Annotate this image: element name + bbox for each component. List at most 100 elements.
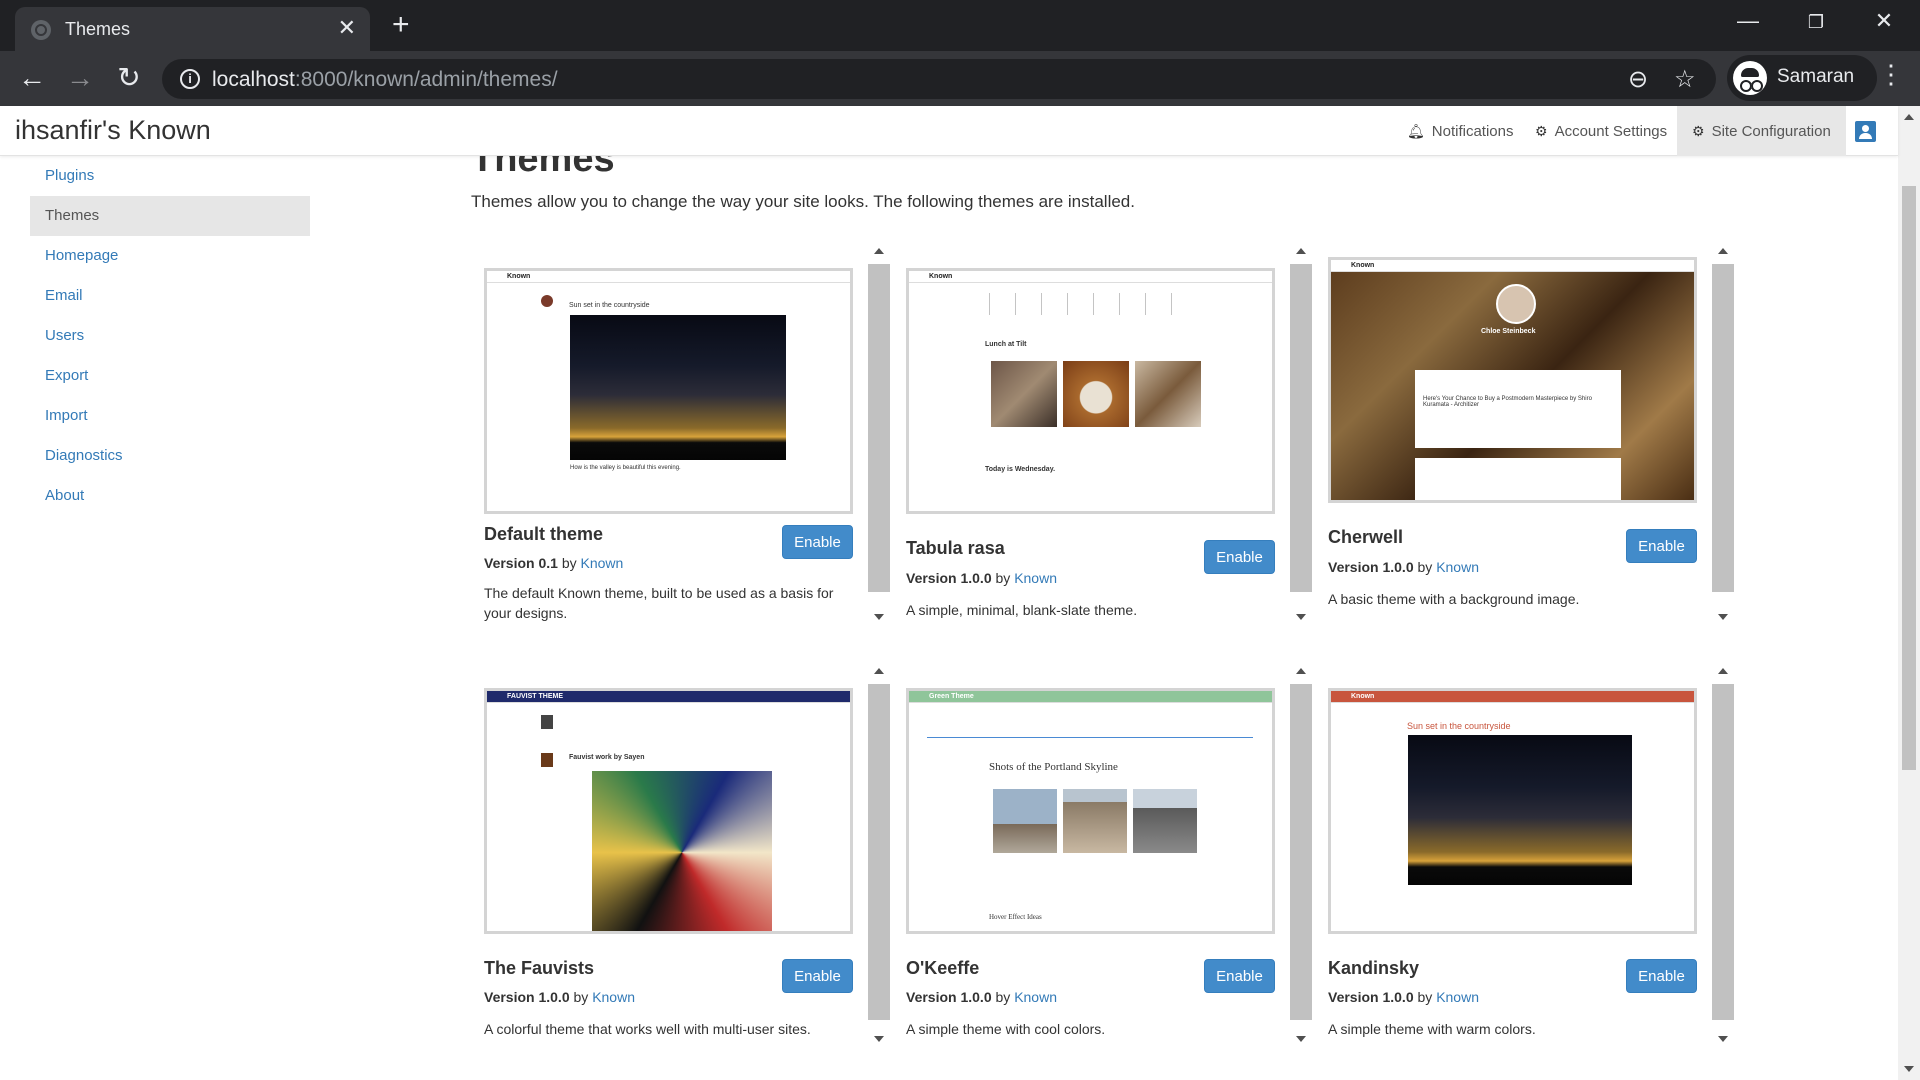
scrollbar-thumb[interactable] (1290, 684, 1312, 1020)
preview-header: FAUVIST THEME (487, 691, 850, 703)
sidebar-item-import[interactable]: Import (30, 396, 310, 436)
zoom-out-icon[interactable]: ⊖ (1628, 65, 1648, 94)
scroll-down-icon[interactable] (1904, 1066, 1914, 1072)
author-link[interactable]: Known (1014, 989, 1057, 1005)
preview-post-title-2: Today is Wednesday. (985, 466, 1056, 473)
scroll-up-icon[interactable] (1296, 668, 1306, 674)
author-link[interactable]: Known (592, 989, 635, 1005)
incognito-avatar-icon (1733, 61, 1767, 95)
scroll-down-icon[interactable] (1296, 614, 1306, 620)
theme-preview: FAUVIST THEME Fauvist work by Sayen (484, 688, 853, 934)
card-scrollbar[interactable] (1712, 662, 1734, 1050)
page-scrollbar[interactable] (1898, 106, 1920, 1080)
sidebar-item-export[interactable]: Export (30, 356, 310, 396)
nav-site-configuration[interactable]: ⚙ Site Configuration (1677, 106, 1846, 156)
preview-avatar (541, 715, 553, 729)
sidebar-item-themes[interactable]: Themes (30, 196, 310, 236)
scroll-up-icon[interactable] (1718, 668, 1728, 674)
profile-button[interactable]: Samaran (1727, 55, 1877, 101)
scroll-up-icon[interactable] (1296, 248, 1306, 254)
theme-version: Version 1.0.0 by Known (906, 989, 1057, 1005)
enable-button[interactable]: Enable (782, 959, 853, 993)
nav-notifications[interactable]: 🔔︎ Notifications (1407, 106, 1513, 156)
card-scrollbar[interactable] (1290, 242, 1312, 630)
sidebar-item-email[interactable]: Email (30, 276, 310, 316)
preview-photo-1 (991, 361, 1057, 427)
scrollbar-thumb[interactable] (868, 684, 890, 1020)
theme-name: The Fauvists (484, 958, 595, 978)
forward-icon[interactable]: → (62, 62, 98, 94)
back-icon[interactable]: ← (14, 62, 50, 94)
card-scrollbar[interactable] (868, 662, 890, 1050)
window-close-icon[interactable]: ✕ (1864, 8, 1904, 34)
scroll-down-icon[interactable] (1718, 614, 1728, 620)
scroll-down-icon[interactable] (874, 614, 884, 620)
card-scrollbar[interactable] (1712, 242, 1734, 630)
address-bar[interactable]: i localhost:8000/known/admin/themes/ ⊖ ☆ (162, 59, 1716, 99)
preview-header: Green Theme (909, 691, 1272, 703)
card-scrollbar[interactable] (868, 242, 890, 630)
scroll-down-icon[interactable] (1296, 1036, 1306, 1042)
preview-header: Known (487, 271, 850, 283)
user-icon[interactable] (1855, 121, 1876, 142)
enable-button[interactable]: Enable (1204, 959, 1275, 993)
scroll-up-icon[interactable] (874, 668, 884, 674)
scrollbar-thumb[interactable] (1902, 186, 1916, 770)
preview-divider (927, 737, 1253, 738)
theme-preview: Known Chloe Steinbeck Here's Your Chance… (1328, 257, 1697, 503)
preview-header: Known (1331, 691, 1694, 703)
minimize-icon[interactable]: — (1728, 8, 1768, 34)
sidebar-item-users[interactable]: Users (30, 316, 310, 356)
enable-button[interactable]: Enable (1626, 959, 1697, 993)
info-icon[interactable]: i (180, 69, 200, 89)
site-brand[interactable]: ihsanfir's Known (15, 115, 211, 146)
sidebar-item-plugins[interactable]: Plugins (30, 156, 310, 196)
close-icon[interactable]: ✕ (338, 15, 356, 41)
scrollbar-thumb[interactable] (1712, 684, 1734, 1020)
scrollbar-thumb[interactable] (1712, 264, 1734, 592)
url-text[interactable]: localhost:8000/known/admin/themes/ (212, 68, 558, 92)
browser-tab[interactable]: Themes ✕ (15, 7, 370, 51)
scroll-down-icon[interactable] (1718, 1036, 1728, 1042)
sidebar-item-about[interactable]: About (30, 476, 310, 516)
scroll-up-icon[interactable] (1904, 114, 1914, 120)
more-vert-icon[interactable]: ⋮ (1878, 59, 1904, 90)
enable-button[interactable]: Enable (1204, 540, 1275, 574)
theme-name: Cherwell (1328, 527, 1404, 547)
scroll-up-icon[interactable] (1718, 248, 1728, 254)
theme-name: Tabula rasa (906, 538, 1005, 558)
theme-description: A colorful theme that works well with mu… (484, 1021, 811, 1037)
profile-name: Samaran (1777, 66, 1855, 87)
restore-icon[interactable]: ❐ (1796, 12, 1836, 33)
scrollbar-thumb[interactable] (868, 264, 890, 592)
preview-post-title: Shots of the Portland Skyline (989, 761, 1118, 773)
gear-icon: ⚙ (1535, 123, 1548, 139)
scroll-up-icon[interactable] (874, 248, 884, 254)
theme-version: Version 1.0.0 by Known (1328, 559, 1479, 575)
plus-icon[interactable]: + (392, 10, 410, 40)
browser-tab-strip: Themes ✕ + — ❐ ✕ (0, 0, 1920, 51)
page-intro: Themes allow you to change the way your … (471, 192, 1135, 211)
author-link[interactable]: Known (1014, 570, 1057, 586)
nav-account-settings[interactable]: ⚙ Account Settings (1535, 106, 1667, 156)
preview-icon-row (985, 293, 1185, 315)
browser-toolbar: ← → ↻ i localhost:8000/known/admin/theme… (0, 51, 1920, 106)
scrollbar-thumb[interactable] (1290, 264, 1312, 592)
star-icon[interactable]: ☆ (1674, 65, 1696, 94)
preview-post-title: Sun set in the countryside (1407, 721, 1511, 731)
enable-button[interactable]: Enable (1626, 529, 1697, 563)
sidebar-item-homepage[interactable]: Homepage (30, 236, 310, 276)
tab-title: Themes (65, 19, 131, 39)
preview-post-title: Lunch at Tilt (985, 341, 1027, 348)
sidebar-item-diagnostics[interactable]: Diagnostics (30, 436, 310, 476)
author-link[interactable]: Known (1436, 989, 1479, 1005)
card-scrollbar[interactable] (1290, 662, 1312, 1050)
reload-icon[interactable]: ↻ (111, 62, 147, 94)
theme-version: Version 1.0.0 by Known (484, 989, 635, 1005)
author-link[interactable]: Known (1436, 559, 1479, 575)
preview-photo-2 (1063, 789, 1127, 853)
scroll-down-icon[interactable] (874, 1036, 884, 1042)
author-link[interactable]: Known (581, 555, 624, 571)
enable-button[interactable]: Enable (782, 525, 853, 559)
preview-profile-name: Chloe Steinbeck (1481, 328, 1536, 335)
